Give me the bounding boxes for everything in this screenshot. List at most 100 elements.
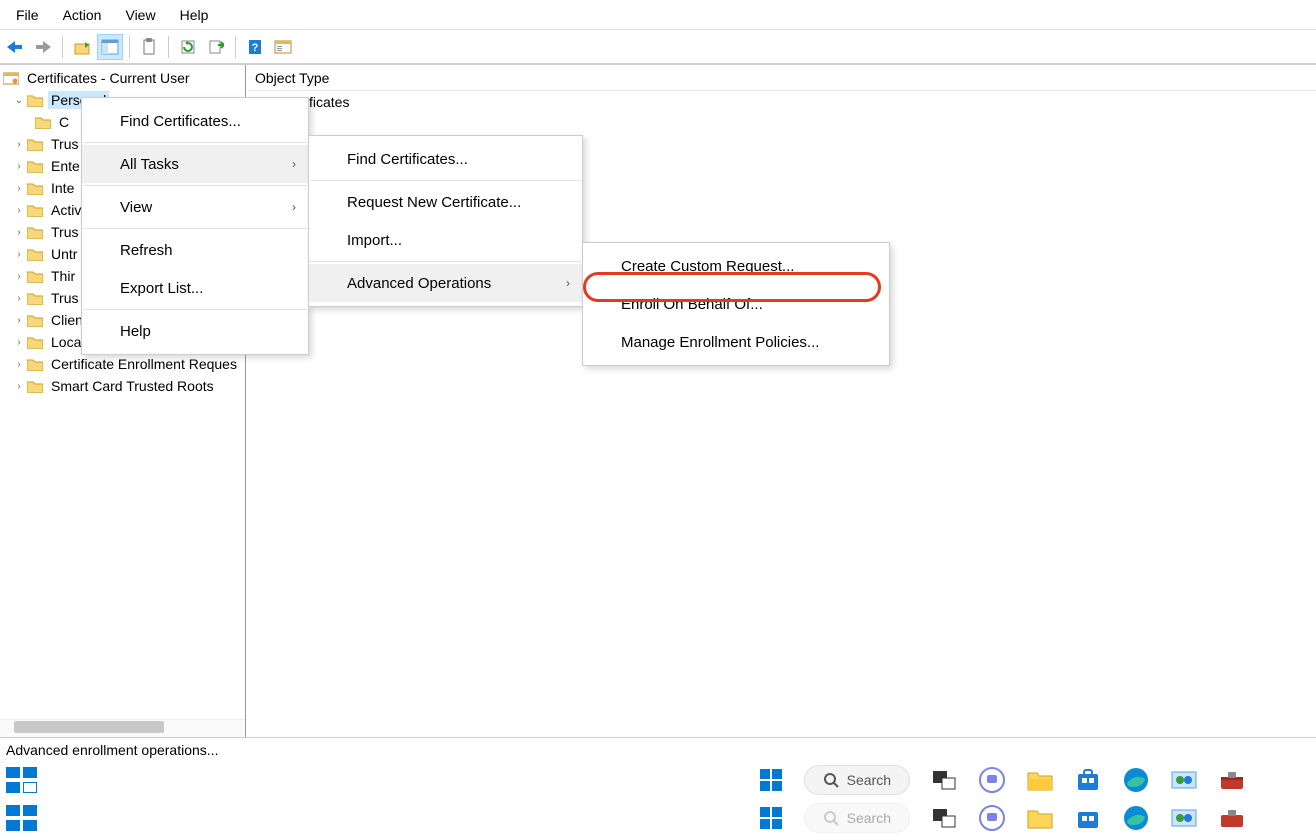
start-button-dup[interactable] [6,805,40,831]
edge-icon[interactable] [1122,804,1150,832]
menu-view[interactable]: View [113,3,167,27]
ctx-refresh[interactable]: Refresh [82,231,308,269]
up-button[interactable] [69,34,95,60]
tree-node[interactable]: ›Smart Card Trusted Roots [2,375,245,397]
menu-action[interactable]: Action [51,3,114,27]
toolbar-separator [62,36,63,58]
expander-icon[interactable]: ⌄ [12,95,26,106]
file-explorer-icon[interactable] [1026,804,1054,832]
edge-icon[interactable] [1122,766,1150,794]
start-menu-icon[interactable] [758,767,784,793]
folder-icon [26,92,44,108]
ctx-request-new-certificate[interactable]: Request New Certificate... [309,183,582,221]
folder-icon [26,202,44,218]
tree-hscroll-track[interactable] [0,719,245,737]
ctx-view[interactable]: View› [82,188,308,226]
taskbar-search[interactable]: Search [804,765,910,795]
menu-separator [83,142,307,143]
expander-icon[interactable]: › [12,315,26,326]
start-button[interactable] [6,767,40,793]
menu-file[interactable]: File [4,3,51,27]
taskview-icon[interactable] [930,766,958,794]
tree-node-label: Trus [48,289,81,307]
tree-node-label: Activ [48,201,84,219]
ctx-enroll-on-behalf-of[interactable]: Enroll On Behalf Of... [583,285,889,323]
tree-node-label: Untr [48,245,80,263]
context-menu-main: Find Certificates... All Tasks› View› Re… [81,97,309,355]
expander-icon[interactable]: › [12,249,26,260]
show-tree-button[interactable] [97,34,123,60]
ctx-advanced-operations[interactable]: Advanced Operations› [309,264,582,302]
content-row-label: ficates [309,94,349,110]
expander-icon[interactable]: › [12,183,26,194]
tree-node[interactable]: › Certificate Enrollment Reques [2,353,245,375]
control-panel-icon[interactable] [1170,804,1198,832]
ctx-all-tasks[interactable]: All Tasks› [82,145,308,183]
console-root-icon [2,70,20,86]
tree-node-label: Thir [48,267,78,285]
expander-icon[interactable]: › [12,381,26,392]
tree-node-label: Trus [48,135,81,153]
refresh-button[interactable] [175,34,201,60]
store-icon[interactable] [1074,766,1102,794]
ctx-manage-enrollment-policies[interactable]: Manage Enrollment Policies... [583,323,889,361]
context-menu-alltasks: Find Certificates... Request New Certifi… [308,135,583,307]
expander-icon[interactable]: › [12,227,26,238]
start-menu-icon[interactable] [758,805,784,831]
svg-text:?: ? [252,42,259,54]
tree-hscroll-thumb[interactable] [14,721,164,733]
folder-icon [26,224,44,240]
chevron-right-icon: › [292,157,296,171]
context-menu-advanced: Create Custom Request... Enroll On Behal… [582,242,890,366]
expander-icon[interactable]: › [12,337,26,348]
back-button[interactable] [2,34,28,60]
menu-help[interactable]: Help [168,3,221,27]
expander-icon[interactable]: › [12,293,26,304]
expander-icon[interactable]: › [12,271,26,282]
help-button[interactable]: ? [242,34,268,60]
toolbar-separator [235,36,236,58]
clipboard-button[interactable] [136,34,162,60]
ctx-create-custom-request[interactable]: Create Custom Request... [583,247,889,285]
content-header[interactable]: Object Type [247,65,1316,91]
folder-icon [26,246,44,262]
expander-icon[interactable]: › [12,139,26,150]
content-pane: Object Type ficates Find Certificates...… [246,65,1316,737]
menu-separator [310,261,581,262]
search-placeholder: Search [847,772,891,788]
menubar: File Action View Help [0,0,1316,30]
taskbar-search-dup[interactable]: Search [804,803,910,833]
folder-icon [26,136,44,152]
content-row[interactable]: ficates [247,91,1316,113]
forward-button[interactable] [30,34,56,60]
ctx-help[interactable]: Help [82,312,308,350]
menu-separator [83,309,307,310]
tree-node-label: C [56,113,72,131]
ctx-export-list[interactable]: Export List... [82,269,308,307]
taskview-icon[interactable] [930,804,958,832]
toolbox-icon[interactable] [1218,804,1246,832]
control-panel-icon[interactable] [1170,766,1198,794]
file-explorer-icon[interactable] [1026,766,1054,794]
folder-icon [26,378,44,394]
tree-node-label: Inte [48,179,77,197]
expander-icon[interactable]: › [12,161,26,172]
toolbox-icon[interactable] [1218,766,1246,794]
ctx-find-certificates[interactable]: Find Certificates... [82,102,308,140]
tree-node-label: Certificate Enrollment Reques [48,355,240,373]
expander-icon[interactable]: › [12,205,26,216]
toolbar-separator [129,36,130,58]
expander-icon[interactable]: › [12,359,26,370]
ctx-find-certificates-2[interactable]: Find Certificates... [309,140,582,178]
export-button[interactable] [203,34,229,60]
search-icon [823,772,839,788]
tree-root[interactable]: Certificates - Current User [2,67,245,89]
certificates-icon[interactable] [270,34,296,60]
store-icon[interactable] [1074,804,1102,832]
folder-icon [26,180,44,196]
chat-icon[interactable] [978,804,1006,832]
menu-separator [83,228,307,229]
ctx-import[interactable]: Import... [309,221,582,259]
folder-icon [26,158,44,174]
chat-icon[interactable] [978,766,1006,794]
